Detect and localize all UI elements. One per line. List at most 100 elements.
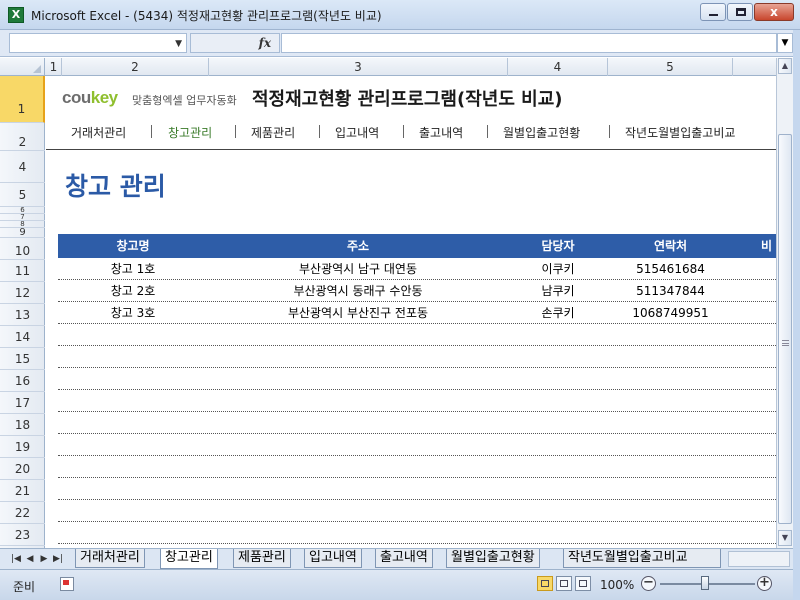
table-row[interactable] <box>58 324 776 346</box>
zoom-level[interactable]: 100% <box>600 578 634 592</box>
normal-view-icon <box>541 580 549 587</box>
manager-cell[interactable]: 이쿠키 <box>508 258 608 280</box>
address-cell[interactable]: 부산광역시 부산진구 전포동 <box>208 302 508 324</box>
title-bar: X Microsoft Excel - (5434) 적정재고현황 관리프로그램… <box>0 0 800 30</box>
normal-view-button[interactable] <box>537 576 553 591</box>
sheet-tab-창고관리[interactable]: 창고관리 <box>160 549 218 569</box>
row-header-cell[interactable]: 23 <box>0 524 45 546</box>
logo-tagline: 맞춤형엑셀 업무자동화 <box>132 94 237 107</box>
sheet-tab-출고내역[interactable]: 출고내역 <box>375 549 433 568</box>
zoom-slider-thumb[interactable] <box>701 576 709 590</box>
table-row[interactable]: 창고 2호 부산광역시 동래구 수안동 남쿠키 511347844 <box>58 280 776 302</box>
table-row[interactable] <box>58 346 776 368</box>
sheet-tab-거래처관리[interactable]: 거래처관리 <box>75 549 145 568</box>
status-ready: 준비 <box>13 580 36 594</box>
minimize-button[interactable] <box>700 3 726 21</box>
maximize-button[interactable] <box>727 3 753 21</box>
row-header-cell[interactable]: 4 <box>0 151 45 183</box>
sheet-tab-입고내역[interactable]: 입고내역 <box>304 549 362 568</box>
contact-cell[interactable]: 515461684 <box>608 258 733 280</box>
row-header-cell[interactable]: 11 <box>0 260 45 282</box>
name-box[interactable]: ▼ <box>9 33 187 53</box>
sheet-tab-작년도월별입출고비교[interactable]: 작년도월별입출고비교 <box>563 549 721 568</box>
row-header-cell[interactable]: 1 <box>0 76 45 123</box>
table-row[interactable] <box>58 500 776 522</box>
expand-formula-bar-icon[interactable]: ▼ <box>777 33 793 53</box>
row-header-cell[interactable]: 15 <box>0 348 45 370</box>
column-header-address: 주소 <box>346 239 370 253</box>
table-row[interactable] <box>58 390 776 412</box>
column-header-note: 비 <box>761 239 773 253</box>
row-header-cell[interactable]: 10 <box>0 238 45 260</box>
table-row[interactable] <box>58 478 776 500</box>
column-header-cell[interactable]: 4 <box>508 58 608 76</box>
next-sheet-icon[interactable]: ▶ <box>38 552 50 566</box>
prev-sheet-icon[interactable]: ◀ <box>24 552 36 566</box>
first-sheet-icon[interactable]: |◀ <box>10 552 22 566</box>
warehouse-name-cell[interactable]: 창고 3호 <box>58 302 208 324</box>
row-header-cell[interactable]: 20 <box>0 458 45 480</box>
row-header-cell[interactable]: 21 <box>0 480 45 502</box>
nav-item-제품관리[interactable]: 제품관리 <box>251 124 295 141</box>
table-row[interactable]: 창고 3호 부산광역시 부산진구 전포동 손쿠키 1068749951 <box>58 302 776 324</box>
row-header-cell[interactable]: 17 <box>0 392 45 414</box>
manager-cell[interactable]: 손쿠키 <box>508 302 608 324</box>
select-all-corner[interactable] <box>0 58 45 76</box>
row-header-cell[interactable]: 12 <box>0 282 45 304</box>
row-header-cell[interactable]: 14 <box>0 326 45 348</box>
table-row[interactable] <box>58 456 776 478</box>
address-cell[interactable]: 부산광역시 동래구 수안동 <box>208 280 508 302</box>
scroll-down-icon[interactable]: ▼ <box>778 530 792 546</box>
nav-item-월별입출고현황[interactable]: 월별입출고현황 <box>503 124 580 141</box>
scroll-up-icon[interactable]: ▲ <box>778 58 792 74</box>
last-sheet-icon[interactable]: ▶| <box>52 552 64 566</box>
vertical-scrollbar[interactable]: ▲ ▼ <box>776 58 793 548</box>
chevron-down-icon[interactable]: ▼ <box>175 39 182 49</box>
formula-input[interactable] <box>281 33 777 53</box>
worksheet[interactable]: coukey 맞춤형엑셀 업무자동화 적정재고현황 관리프로그램(작년도 비교)… <box>46 76 776 548</box>
column-header: 1 2 3 4 5 6 <box>0 58 791 76</box>
page-layout-view-button[interactable] <box>556 576 572 591</box>
nav-item-입고내역[interactable]: 입고내역 <box>335 124 379 141</box>
row-header-cell[interactable]: 13 <box>0 304 45 326</box>
contact-cell[interactable]: 1068749951 <box>608 302 733 324</box>
close-button[interactable]: x <box>754 3 794 21</box>
zoom-in-button[interactable]: + <box>757 576 772 591</box>
row-header-cell[interactable]: 16 <box>0 370 45 392</box>
page-break-preview-button[interactable] <box>575 576 591 591</box>
nav-item-작년도월별입출고비교[interactable]: 작년도월별입출고비교 <box>625 124 735 141</box>
column-header-cell[interactable]: 1 <box>46 58 62 76</box>
table-row[interactable] <box>58 522 776 544</box>
column-header-cell[interactable]: 5 <box>608 58 733 76</box>
table-row[interactable] <box>58 434 776 456</box>
manager-cell[interactable]: 남쿠키 <box>508 280 608 302</box>
table-row[interactable] <box>58 412 776 434</box>
sheet-tab-제품관리[interactable]: 제품관리 <box>233 549 291 568</box>
row-header-cell[interactable]: 19 <box>0 436 45 458</box>
zoom-out-button[interactable]: − <box>641 576 656 591</box>
row-header-cell[interactable]: 9 <box>0 228 45 238</box>
row-header-cell[interactable]: 5 <box>0 183 45 207</box>
table-header-row: 창고명 주소 담당자 연락처 비 <box>58 234 776 258</box>
horizontal-scrollbar[interactable] <box>728 551 790 567</box>
column-header-warehouse-name: 창고명 <box>116 239 150 253</box>
address-cell[interactable]: 부산광역시 남구 대연동 <box>208 258 508 280</box>
contact-cell[interactable]: 511347844 <box>608 280 733 302</box>
row-header-cell[interactable]: 22 <box>0 502 45 524</box>
vertical-scroll-thumb[interactable] <box>778 134 792 524</box>
macro-record-icon[interactable] <box>60 577 74 591</box>
warehouse-name-cell[interactable]: 창고 2호 <box>58 280 208 302</box>
nav-item-거래처관리[interactable]: 거래처관리 <box>71 124 126 141</box>
row-header-cell[interactable]: 2 <box>0 123 45 151</box>
column-header-cell[interactable]: 3 <box>209 58 508 76</box>
fx-icon[interactable]: fx <box>259 36 271 50</box>
column-header-cell[interactable]: 2 <box>62 58 209 76</box>
nav-item-창고관리[interactable]: 창고관리 <box>168 124 212 141</box>
logo-cou: cou <box>62 88 91 107</box>
table-row[interactable] <box>58 368 776 390</box>
row-header-cell[interactable]: 18 <box>0 414 45 436</box>
table-row[interactable]: 창고 1호 부산광역시 남구 대연동 이쿠키 515461684 <box>58 258 776 280</box>
nav-item-출고내역[interactable]: 출고내역 <box>419 124 463 141</box>
sheet-tab-월별입출고현황[interactable]: 월별입출고현황 <box>446 549 540 568</box>
warehouse-name-cell[interactable]: 창고 1호 <box>58 258 208 280</box>
